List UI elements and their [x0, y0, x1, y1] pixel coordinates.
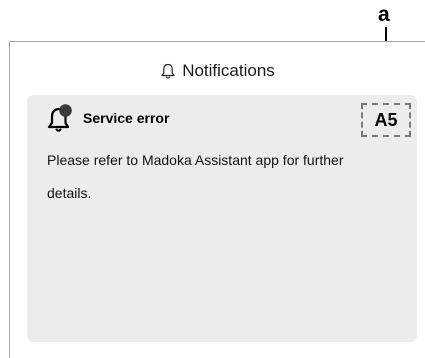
notification-title-row: Service error	[47, 103, 169, 133]
error-code-badge: A5	[361, 103, 411, 137]
bell-alert-icon	[47, 104, 72, 132]
notification-title: Service error	[83, 110, 170, 126]
notification-card[interactable]: Service error A5 Please refer to Madoka …	[27, 95, 417, 342]
notifications-header: Notifications	[10, 60, 425, 82]
manual-illustration: a Notifications Service error A5 Please …	[0, 0, 425, 358]
bell-icon	[161, 63, 175, 79]
notification-message: Please refer to Madoka Assistant app for…	[47, 152, 344, 201]
callout-label: a	[378, 3, 390, 26]
notifications-screen: Notifications Service error A5 Please re…	[9, 41, 425, 358]
page-title: Notifications	[182, 61, 275, 80]
